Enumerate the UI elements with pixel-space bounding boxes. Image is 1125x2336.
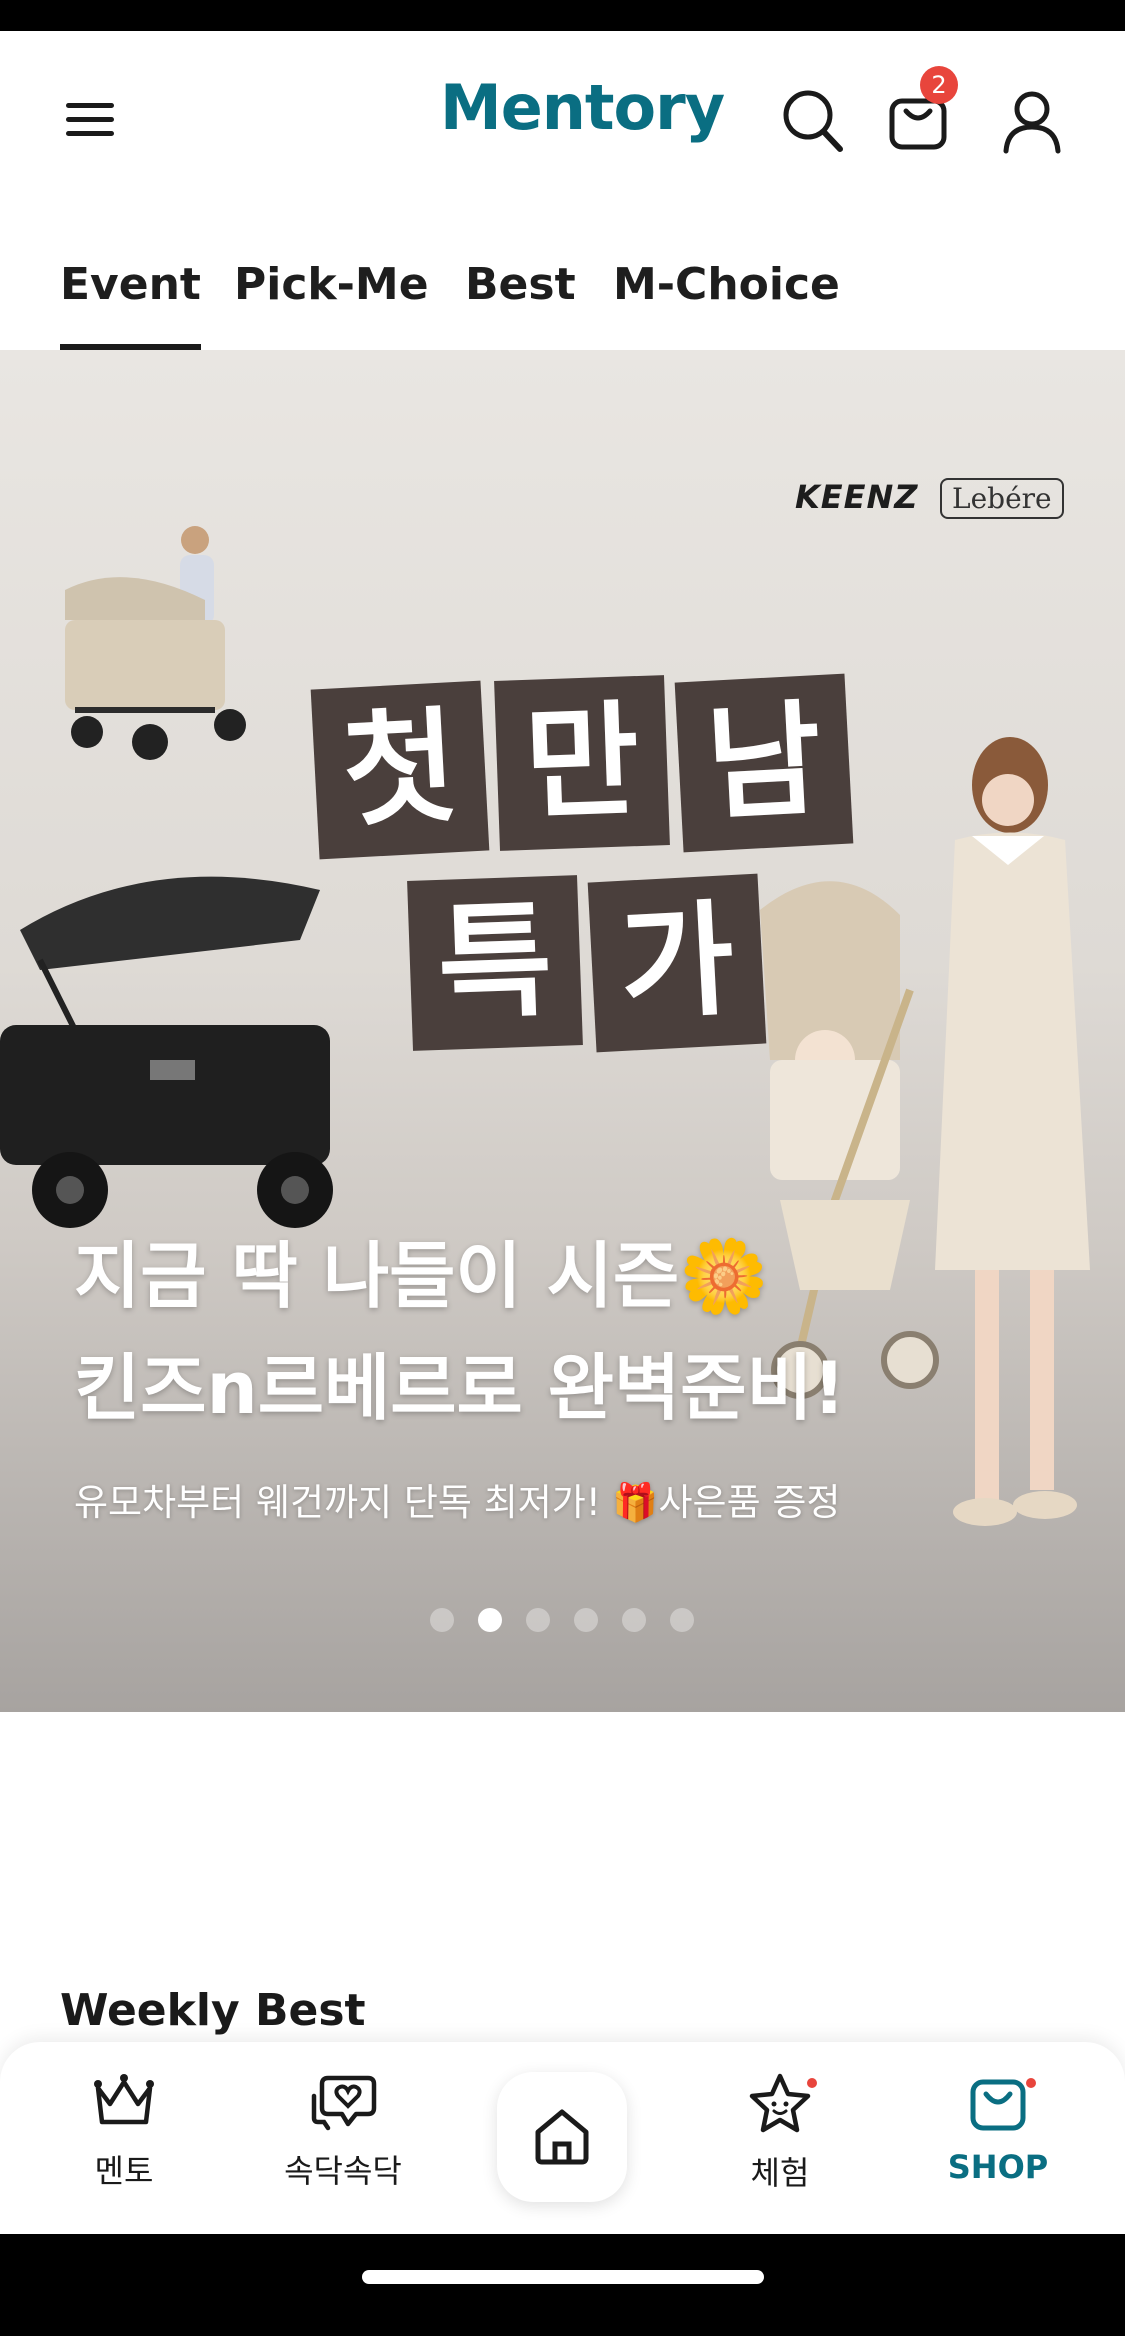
nav-talk[interactable]: 속닥속닥: [253, 2072, 433, 2212]
title-char-4: 특: [407, 875, 583, 1051]
tab-best[interactable]: Best: [465, 250, 576, 350]
lebere-logo: Lebére: [940, 478, 1064, 519]
carousel-dot[interactable]: [670, 1608, 694, 1632]
title-char-1: 첫: [310, 680, 490, 860]
wagon-with-woman-image: [65, 526, 246, 760]
nav-mentor[interactable]: 멘토: [34, 2072, 214, 2212]
carousel-dot-active[interactable]: [478, 1608, 502, 1632]
app-logo[interactable]: Mentory: [440, 71, 725, 144]
category-tabs: Event Pick-Me Best M-Choice: [0, 250, 1125, 350]
cart-count-badge: 2: [920, 66, 958, 104]
notification-dot: [1026, 2078, 1036, 2088]
hamburger-menu-icon[interactable]: [62, 91, 118, 147]
carousel-dot[interactable]: [430, 1608, 454, 1632]
banner-subtext: 유모차부터 웨건까지 단독 최저가! 🎁사은품 증정: [74, 1481, 841, 1524]
tab-event[interactable]: Event: [60, 250, 201, 350]
carousel-dot[interactable]: [574, 1608, 598, 1632]
headline-line-1: 지금 딱 나들이 시즌🌼: [74, 1234, 769, 1318]
status-bar: [0, 0, 1125, 31]
title-char-3: 남: [674, 673, 854, 853]
carousel-dot[interactable]: [526, 1608, 550, 1632]
bottom-navigation: 멘토 속닥속닥 체험 SHOP: [0, 2042, 1125, 2234]
nav-shop-label: SHOP: [947, 2148, 1049, 2186]
title-char-2: 만: [494, 675, 670, 851]
system-home-area: [0, 2234, 1125, 2336]
nav-talk-label: 속닥속닥: [284, 2152, 402, 2190]
keenz-logo: KEENZ: [795, 478, 919, 516]
tab-m-choice[interactable]: M-Choice: [613, 250, 840, 350]
shopping-bag-icon: [970, 2079, 1026, 2131]
home-indicator[interactable]: [362, 2270, 764, 2284]
crown-icon: [94, 2074, 154, 2125]
title-char-5: 가: [587, 873, 767, 1053]
notification-dot: [807, 2078, 817, 2088]
nav-experience[interactable]: 체험: [690, 2072, 870, 2212]
banner-headline: 지금 딱 나들이 시즌🌼 킨즈n르베르로 완벽준비!: [74, 1220, 846, 1444]
chat-heart-icon: [311, 2075, 377, 2131]
promo-banner[interactable]: KEENZ Lebére 첫 만 남 특 가 지금 딱 나들이 시즌🌼 킨즈n르…: [0, 350, 1125, 1712]
user-profile-icon[interactable]: [998, 79, 1068, 159]
nav-experience-label: 체험: [750, 2154, 810, 2192]
headline-line-2: 킨즈n르베르로 완벽준비!: [74, 1346, 846, 1430]
black-wagon-image: [0, 876, 333, 1228]
star-face-icon: [749, 2073, 811, 2133]
home-button[interactable]: [497, 2072, 627, 2202]
tab-pick-me[interactable]: Pick-Me: [234, 250, 429, 350]
app-header: Mentory 2: [0, 31, 1125, 196]
nav-mentor-label: 멘토: [94, 2152, 154, 2190]
nav-shop[interactable]: SHOP: [908, 2072, 1088, 2212]
weekly-best-title: Weekly Best: [60, 1985, 366, 2036]
home-icon: [535, 2109, 589, 2165]
search-icon[interactable]: [778, 79, 848, 159]
carousel-dot[interactable]: [622, 1608, 646, 1632]
